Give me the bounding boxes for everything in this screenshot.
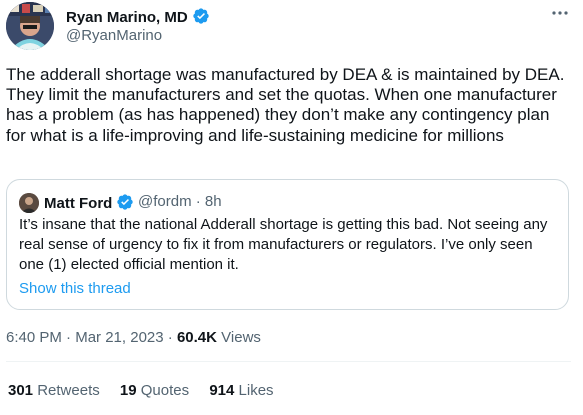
likes-label: Likes [238, 382, 274, 399]
verified-badge-icon [117, 194, 134, 210]
quoted-author-name-text: Matt Ford [44, 195, 113, 212]
meta-separator: · [66, 329, 72, 346]
quoted-tweet[interactable]: Matt Ford @fordm · 8h It’s insane that t… [6, 179, 569, 310]
author-name-text: Ryan Marino, MD [66, 9, 188, 26]
quoted-meta: @fordm · 8h [138, 193, 222, 210]
tweet-time[interactable]: 6:40 PM [6, 329, 62, 346]
quotes-stat[interactable]: 19 Quotes [120, 382, 189, 399]
retweets-count: 301 [8, 382, 34, 399]
quoted-time: 8h [204, 193, 222, 210]
tweet-date[interactable]: Mar 21, 2023 [75, 329, 163, 346]
author-handle[interactable]: @RyanMarino [66, 27, 162, 44]
show-thread-link[interactable]: Show this thread [19, 280, 131, 297]
tweet-text: The adderall shortage was manufactured b… [6, 65, 565, 145]
retweets-stat[interactable]: 301 Retweets [8, 382, 100, 399]
quotes-count: 19 [119, 382, 137, 399]
views-label: Views [221, 329, 261, 346]
meta-separator: · [167, 329, 173, 346]
quoted-handle: @fordm [138, 193, 192, 210]
likes-count: 914 [209, 382, 235, 399]
retweets-label: Retweets [37, 382, 100, 399]
tweet-timestamp: 6:40 PM · Mar 21, 2023 · 60.4K Views [6, 329, 261, 346]
likes-stat[interactable]: 914 Likes [209, 382, 273, 399]
meta-separator: · [195, 193, 201, 210]
verified-badge-icon [193, 8, 209, 24]
engagement-stats: 301 Retweets 19 Quotes 914 Likes [8, 382, 290, 399]
quoted-author-name: Matt Ford [44, 193, 134, 212]
views-count: 60.4K [176, 329, 217, 346]
avatar[interactable] [6, 2, 54, 50]
quoted-text: It’s insane that the national Adderall s… [19, 216, 548, 273]
author-name[interactable]: Ryan Marino, MD [66, 7, 210, 26]
more-icon[interactable] [551, 4, 569, 27]
quotes-label: Quotes [140, 382, 190, 399]
divider [6, 361, 571, 362]
quoted-avatar [19, 193, 39, 213]
